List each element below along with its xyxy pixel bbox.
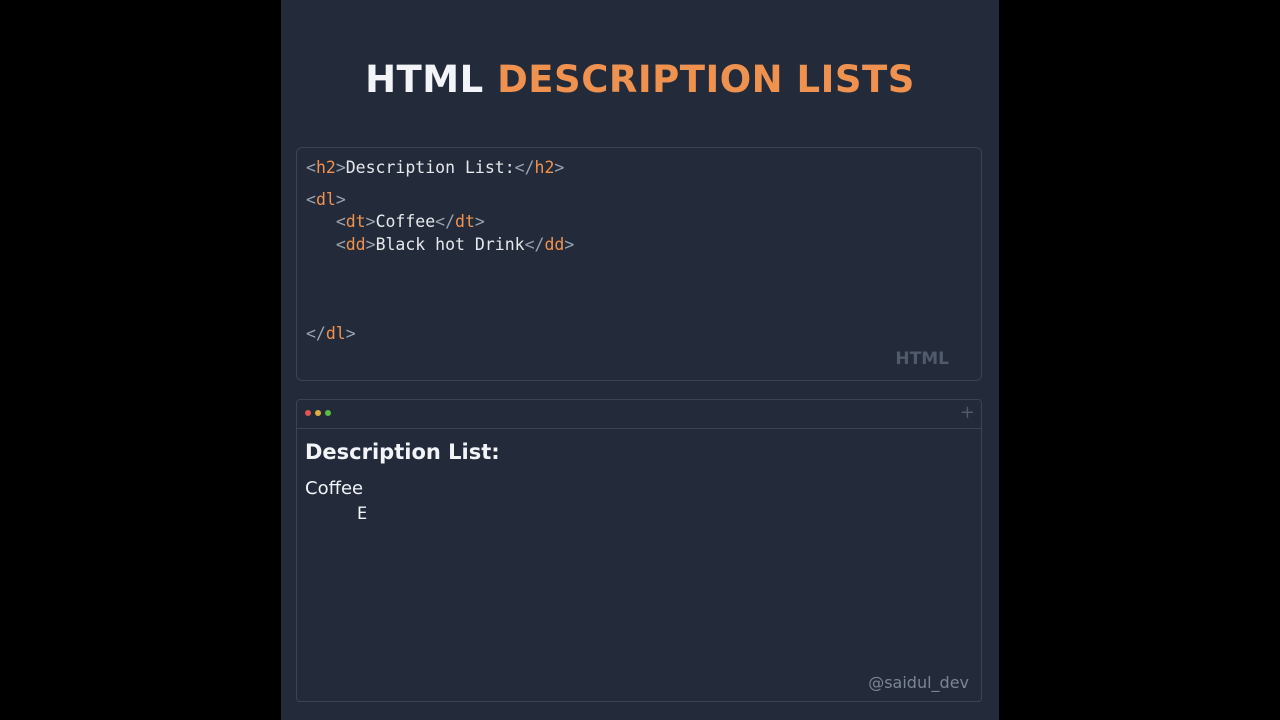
code-line: <h2>Description List:</h2> [306, 158, 564, 178]
preview-heading: Description List: [305, 440, 500, 464]
watermark: @saidul_dev [868, 673, 969, 692]
code-tag-name: h2 [534, 158, 555, 177]
code-punctuation: < [306, 190, 316, 209]
browser-titlebar: + [297, 400, 981, 429]
code-line: <dl> [306, 190, 346, 210]
title-html: HTML [365, 58, 484, 101]
browser-preview: + Description List: Coffee E @saidul_dev [296, 399, 982, 702]
plus-icon[interactable]: + [960, 403, 975, 423]
slide: HTML DESCRIPTION LISTS <h2>Description L… [281, 0, 999, 720]
minimize-dot-icon[interactable] [315, 410, 321, 416]
code-tag-name: dd [544, 235, 565, 254]
code-punctuation: </ [306, 324, 326, 343]
code-punctuation: </ [435, 212, 456, 231]
maximize-dot-icon[interactable] [325, 410, 331, 416]
code-punctuation: > [365, 212, 376, 231]
code-tag-name: dl [325, 324, 346, 343]
code-tag-name: h2 [315, 158, 336, 177]
code-punctuation: </ [514, 158, 535, 177]
preview-term: Coffee [305, 478, 364, 499]
code-text: Description List: [345, 158, 515, 177]
code-punctuation: > [365, 235, 376, 254]
code-line: <dd>Black hot Drink</dd> [306, 235, 574, 255]
code-tag-name: dl [315, 190, 336, 209]
code-punctuation: > [335, 190, 346, 209]
code-panel: <h2>Description List:</h2> <dl> <dt>Coff… [296, 147, 982, 381]
code-punctuation: > [345, 324, 356, 343]
code-language-label: HTML [895, 349, 949, 369]
code-punctuation: > [335, 158, 346, 177]
preview-description: E [357, 504, 368, 524]
code-text: Black hot Drink [375, 235, 525, 254]
page-title: HTML DESCRIPTION LISTS [281, 58, 999, 101]
code-tag-name: dt [455, 212, 475, 231]
code-punctuation: </ [524, 235, 545, 254]
code-punctuation: > [474, 212, 485, 231]
title-description-lists: DESCRIPTION LISTS [497, 58, 915, 101]
code-line: </dl> [306, 324, 356, 344]
code-punctuation: < [335, 212, 346, 231]
code-line: <dt>Coffee</dt> [306, 212, 485, 232]
code-tag-name: dt [345, 212, 366, 231]
code-tag-name: dd [345, 235, 366, 254]
code-punctuation: > [564, 235, 575, 254]
code-punctuation: < [306, 158, 316, 177]
code-punctuation: < [335, 235, 346, 254]
code-text: Coffee [375, 212, 436, 231]
close-dot-icon[interactable] [305, 410, 311, 416]
code-punctuation: > [554, 158, 565, 177]
